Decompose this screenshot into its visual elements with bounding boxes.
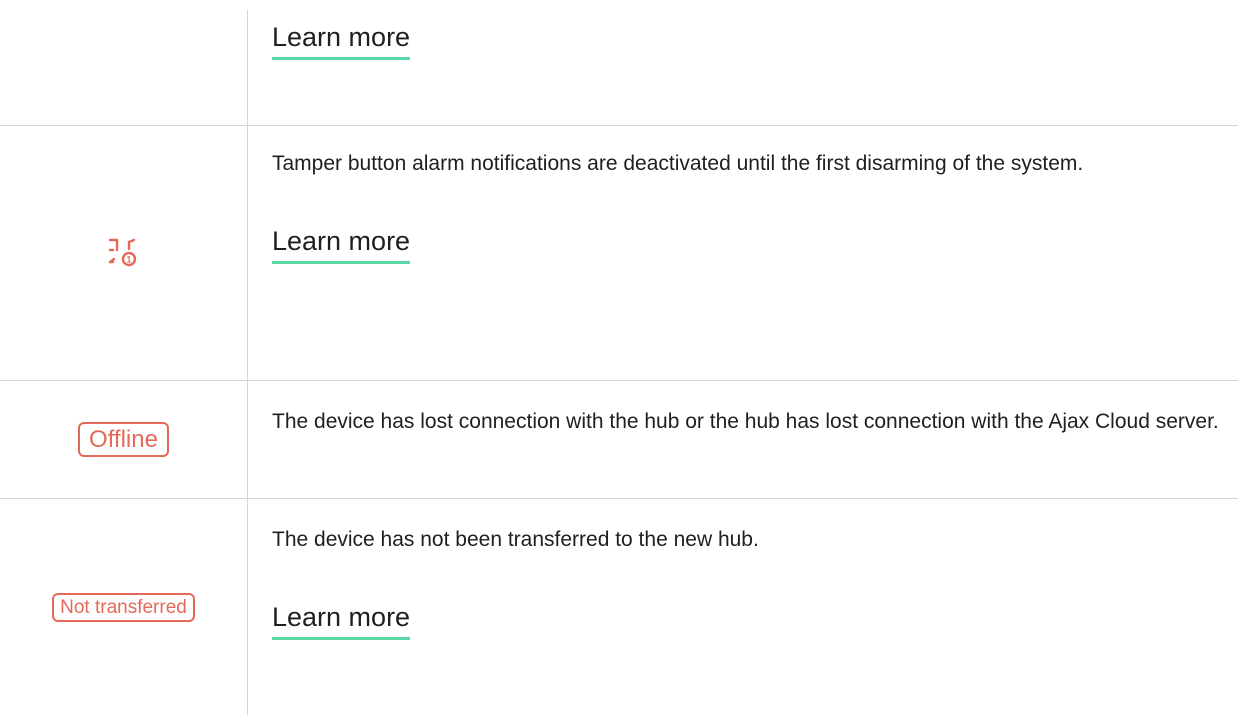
learn-more-link[interactable]: Learn more — [272, 20, 411, 60]
row-description: The device has not been transferred to t… — [272, 528, 759, 551]
tamper-first-disarm-icon: 1 — [108, 238, 136, 266]
description-cell: The device has not been transferred to t… — [272, 521, 1222, 640]
status-table: Learn more 1 Tamper button alarm notific… — [0, 0, 1238, 715]
row-description: The device has lost connection with the … — [272, 410, 1219, 433]
table-row: Not transferred The device has not been … — [0, 499, 1238, 715]
description-cell: The device has lost connection with the … — [272, 403, 1222, 440]
description-cell: Learn more — [272, 20, 1222, 60]
icon-cell: Not transferred — [0, 499, 247, 715]
icon-cell: 1 — [0, 126, 247, 379]
status-badge: Not transferred — [52, 592, 195, 622]
table-row: Offline The device has lost connection w… — [0, 381, 1238, 498]
icon-cell: Offline — [0, 381, 247, 498]
table-row: Learn more — [0, 0, 1238, 125]
learn-more-link[interactable]: Learn more — [272, 600, 411, 640]
row-description: Tamper button alarm notifications are de… — [272, 152, 1084, 175]
description-cell: Tamper button alarm notifications are de… — [272, 145, 1222, 264]
svg-text:1: 1 — [126, 254, 131, 264]
table-row: 1 Tamper button alarm notifications are … — [0, 126, 1238, 379]
learn-more-link[interactable]: Learn more — [272, 224, 411, 264]
status-badge: Offline — [78, 422, 169, 457]
